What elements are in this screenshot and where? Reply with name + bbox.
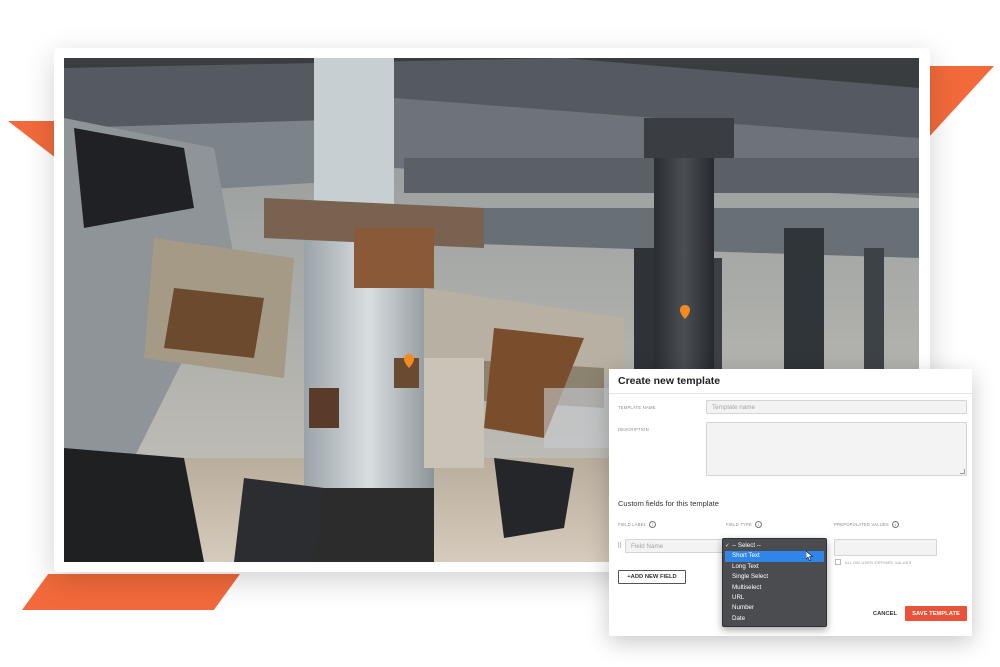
field-label-header-text: FIELD LABEL bbox=[618, 522, 647, 527]
dropdown-option-select[interactable]: -- Select -- bbox=[723, 541, 826, 552]
prepopulated-values-header-text: PREPOPULATED VALUES bbox=[834, 522, 889, 527]
field-type-header-text: FIELD TYPE bbox=[726, 522, 752, 527]
prepopulated-values-input[interactable] bbox=[834, 539, 937, 556]
divider bbox=[609, 393, 972, 394]
mouse-pointer-icon bbox=[806, 551, 814, 561]
template-name-input[interactable]: Template name bbox=[706, 400, 967, 414]
add-new-field-button[interactable]: +ADD NEW FIELD bbox=[618, 570, 686, 584]
orange-accent-shape bbox=[928, 66, 994, 138]
modal-title: Create new template bbox=[618, 375, 721, 387]
field-label-column-header: FIELD LABEL i bbox=[618, 521, 657, 528]
resize-handle-icon[interactable] bbox=[960, 469, 965, 474]
info-icon[interactable]: i bbox=[754, 521, 762, 528]
create-template-modal: Create new template TEMPLATE NAME Templa… bbox=[609, 369, 972, 636]
cancel-button[interactable]: CANCEL bbox=[867, 607, 903, 621]
field-type-column-header: FIELD TYPE i bbox=[726, 521, 762, 528]
dropdown-option-number[interactable]: Number bbox=[723, 603, 826, 613]
dropdown-option-single-select[interactable]: Single Select bbox=[723, 572, 826, 582]
orange-accent-shape bbox=[22, 574, 240, 610]
drag-handle-icon[interactable]: ⠿ bbox=[617, 543, 623, 551]
dropdown-option-date[interactable]: Date bbox=[723, 614, 826, 624]
dropdown-option-long-text[interactable]: Long Text bbox=[723, 562, 826, 572]
dropdown-option-url[interactable]: URL bbox=[723, 593, 826, 603]
dropdown-option-multiselect[interactable]: Multiselect bbox=[723, 583, 826, 593]
save-template-button[interactable]: SAVE TEMPLATE bbox=[905, 606, 967, 621]
description-textarea[interactable] bbox=[706, 422, 967, 476]
info-icon[interactable]: i bbox=[891, 521, 899, 528]
info-icon[interactable]: i bbox=[649, 521, 657, 528]
field-name-input[interactable]: Field Name bbox=[625, 539, 725, 553]
prepopulated-values-column-header: PREPOPULATED VALUES i bbox=[834, 521, 899, 528]
description-label: DESCRIPTION bbox=[618, 427, 649, 432]
custom-fields-heading: Custom fields for this template bbox=[618, 499, 719, 508]
template-name-label: TEMPLATE NAME bbox=[618, 405, 656, 410]
allow-user-defined-label: ALLOW USER DEFINED VALUES bbox=[845, 560, 912, 565]
allow-user-defined-checkbox[interactable] bbox=[835, 559, 841, 565]
